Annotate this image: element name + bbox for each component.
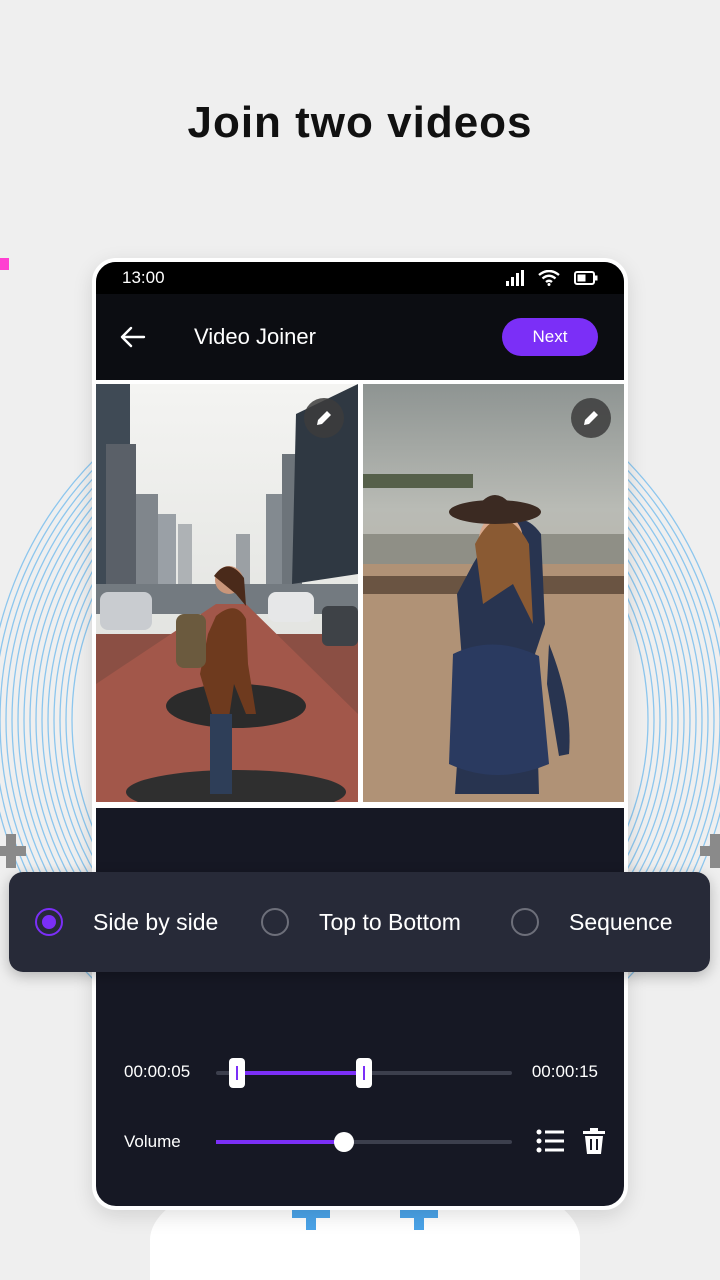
- phone-frame: 13:00 Video Joiner Next 00:00:05 00:00:1…: [92, 258, 628, 1210]
- radio-unselected[interactable]: [511, 908, 539, 936]
- battery-icon: [574, 271, 598, 285]
- video-thumbnail-2[interactable]: [363, 384, 624, 802]
- trim-start-handle[interactable]: [229, 1058, 245, 1088]
- decorative-shape: [292, 1210, 330, 1230]
- video-preview: [96, 380, 624, 808]
- pencil-icon: [584, 411, 598, 425]
- trim-end-handle[interactable]: [356, 1058, 372, 1088]
- layout-option-label: Top to Bottom: [319, 908, 461, 935]
- arrow-left-icon[interactable]: [118, 322, 148, 352]
- layout-option-label: Side by side: [93, 908, 219, 935]
- layout-option-label: Sequence: [569, 908, 673, 935]
- radio-unselected[interactable]: [261, 908, 289, 936]
- trim-start-time: 00:00:05: [124, 1062, 191, 1081]
- status-time: 13:00: [122, 268, 165, 287]
- app-bar: Video Joiner Next: [96, 294, 624, 380]
- list-icon[interactable]: [536, 1128, 564, 1154]
- volume-slider-knob[interactable]: [334, 1132, 354, 1152]
- video-2-image: [363, 384, 624, 802]
- layout-option-side-by-side[interactable]: Side by side: [35, 872, 218, 972]
- layout-option-top-to-bottom[interactable]: Top to Bottom: [261, 872, 461, 972]
- page-title: Video Joiner: [194, 324, 316, 349]
- status-bar: 13:00: [96, 262, 624, 294]
- next-button[interactable]: Next: [502, 318, 598, 356]
- trim-end-time: 00:00:15: [531, 1062, 598, 1081]
- layout-option-sequence[interactable]: Sequence: [511, 872, 673, 972]
- trash-icon[interactable]: [582, 1128, 606, 1154]
- decorative-dot: [0, 258, 9, 270]
- signal-icon: [506, 270, 524, 286]
- volume-fill: [216, 1140, 344, 1144]
- video-1-image: [96, 384, 358, 802]
- plus-decoration: [0, 834, 26, 868]
- edit-video-button[interactable]: [571, 398, 611, 438]
- decorative-shape: [400, 1210, 438, 1230]
- wifi-icon: [538, 270, 560, 286]
- pencil-icon: [317, 411, 331, 425]
- video-thumbnail-1[interactable]: [96, 384, 358, 802]
- volume-label: Volume: [124, 1132, 181, 1151]
- radio-selected[interactable]: [35, 908, 63, 936]
- layout-options-panel: Side by side Top to Bottom Sequence: [9, 872, 710, 972]
- trim-selected-range: [236, 1071, 364, 1075]
- status-icons: [506, 268, 598, 288]
- headline: Join two videos: [187, 98, 533, 147]
- plus-decoration: [700, 834, 720, 868]
- edit-video-button[interactable]: [304, 398, 344, 438]
